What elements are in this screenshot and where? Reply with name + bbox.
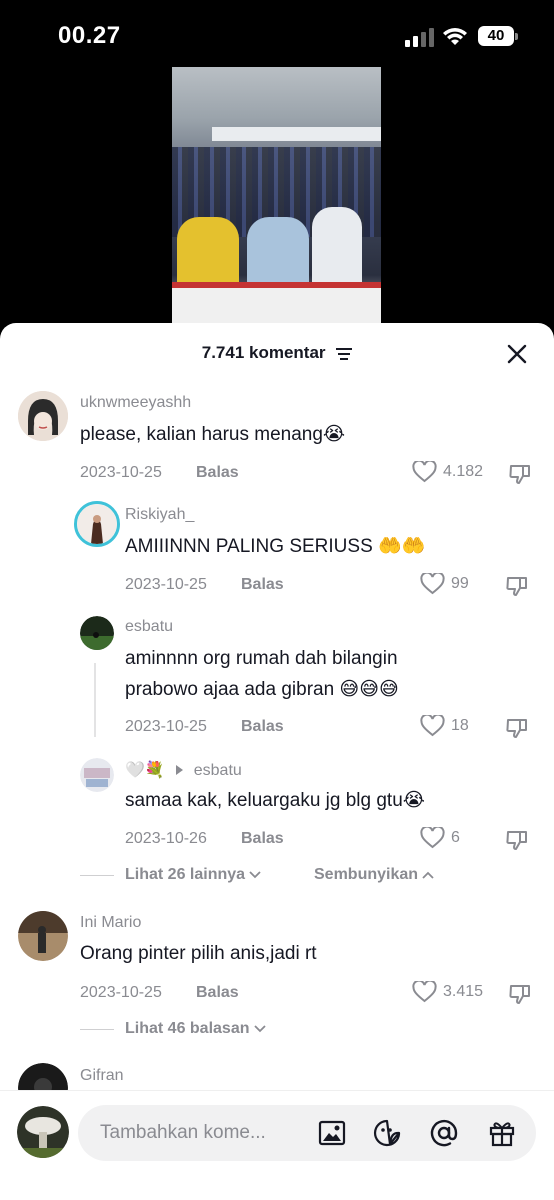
cellular-signal-icon	[405, 28, 434, 47]
image-icon[interactable]	[318, 1119, 346, 1147]
reply-date: 2023-10-25	[125, 576, 207, 593]
comment-input-bar	[0, 1090, 554, 1200]
reply-text-line: prabowo ajaa ada gibran 😅😅😅	[125, 679, 399, 700]
like-count: 6	[451, 829, 460, 846]
reply-username[interactable]: 🤍💐 esbatu	[125, 760, 242, 780]
view-more-label: Lihat 26 lainnya	[125, 866, 246, 883]
reply-text: AMIIINNN PALING SERIUSS 🤲🤲	[125, 536, 426, 557]
comment-count: 7.741 komentar	[201, 343, 326, 362]
comments-sheet: 7.741 komentar uknwmeeyashh please, kali…	[0, 323, 554, 1200]
comment-username[interactable]: uknwmeeyashh	[80, 394, 191, 412]
dislike-icon[interactable]	[505, 574, 529, 598]
dislike-icon[interactable]	[508, 462, 532, 486]
like-button[interactable]: 99	[420, 573, 469, 595]
comment-date: 2023-10-25	[80, 984, 162, 1001]
video-banner	[212, 127, 381, 141]
dislike-icon[interactable]	[508, 982, 532, 1006]
close-icon[interactable]	[506, 343, 528, 365]
like-button[interactable]: 6	[420, 827, 460, 849]
view-replies[interactable]: Lihat 46 balasan	[80, 1020, 266, 1038]
heart-icon	[420, 827, 445, 849]
reply-button[interactable]: Balas	[196, 984, 239, 1002]
reply-username-text: 🤍💐	[125, 760, 165, 779]
heart-icon	[412, 461, 437, 483]
comment-username[interactable]: Gifran	[80, 1067, 124, 1085]
mention-icon[interactable]	[430, 1119, 458, 1147]
view-more-replies[interactable]: Lihat 26 lainnya	[80, 866, 261, 884]
caret-right-icon	[176, 765, 184, 775]
dislike-icon[interactable]	[505, 716, 529, 740]
like-count: 18	[451, 717, 469, 734]
reply-text-line: aminnnn org rumah dah bilangin	[125, 648, 398, 669]
view-replies-label: Lihat 46 balasan	[125, 1020, 250, 1037]
avatar[interactable]	[18, 911, 68, 961]
hide-replies[interactable]: Sembunyikan	[314, 866, 434, 884]
my-avatar[interactable]	[17, 1106, 69, 1158]
like-button[interactable]: 18	[420, 715, 469, 737]
avatar[interactable]	[80, 758, 114, 792]
chevron-down-icon	[249, 871, 261, 879]
reply-button[interactable]: Balas	[196, 464, 239, 482]
sticker-icon[interactable]	[373, 1119, 401, 1147]
video-thumbnail[interactable]	[172, 67, 381, 327]
gift-icon[interactable]	[488, 1119, 516, 1147]
reply-username[interactable]: esbatu	[125, 618, 173, 636]
reply-to-username: esbatu	[193, 762, 242, 779]
reply-date: 2023-10-25	[125, 718, 207, 735]
dislike-icon[interactable]	[505, 828, 529, 852]
reply-date: 2023-10-26	[125, 830, 207, 847]
comment-input-pill[interactable]	[78, 1105, 536, 1161]
sheet-header: 7.741 komentar	[0, 343, 554, 363]
heart-icon	[412, 981, 437, 1003]
avatar[interactable]	[74, 501, 120, 547]
avatar[interactable]	[18, 391, 68, 441]
reply-text: samaa kak, keluargaku jg blg gtu😭	[125, 790, 425, 811]
avatar[interactable]	[80, 616, 114, 650]
divider-line	[80, 874, 114, 876]
heart-icon	[420, 715, 445, 737]
status-bar: 00.27 40	[0, 0, 554, 70]
video-table	[172, 282, 381, 327]
hide-label: Sembunyikan	[314, 866, 419, 883]
heart-icon	[420, 573, 445, 595]
comment-username[interactable]: Ini Mario	[80, 914, 141, 932]
clock: 00.27	[58, 22, 121, 49]
like-button[interactable]: 3.415	[412, 981, 483, 1003]
battery-indicator: 40	[478, 26, 518, 46]
reply-button[interactable]: Balas	[241, 576, 284, 594]
like-count: 4.182	[443, 463, 484, 480]
comment-date: 2023-10-25	[80, 464, 162, 481]
filter-icon[interactable]	[336, 347, 353, 360]
like-count: 99	[451, 575, 469, 592]
comment-input[interactable]	[100, 1105, 300, 1161]
reply-button[interactable]: Balas	[241, 718, 284, 736]
thread-line	[94, 663, 96, 737]
reply-button[interactable]: Balas	[241, 830, 284, 848]
chevron-up-icon	[422, 871, 434, 879]
comment-text: please, kalian harus menang😭	[80, 424, 346, 445]
like-count: 3.415	[443, 983, 484, 1000]
reply-username[interactable]: Riskiyah_	[125, 506, 194, 524]
wifi-icon	[443, 28, 467, 45]
comment-text: Orang pinter pilih anis,jadi rt	[80, 943, 317, 964]
like-button[interactable]: 4.182	[412, 461, 483, 483]
chevron-down-icon	[253, 1025, 266, 1033]
divider-line	[80, 1028, 114, 1030]
